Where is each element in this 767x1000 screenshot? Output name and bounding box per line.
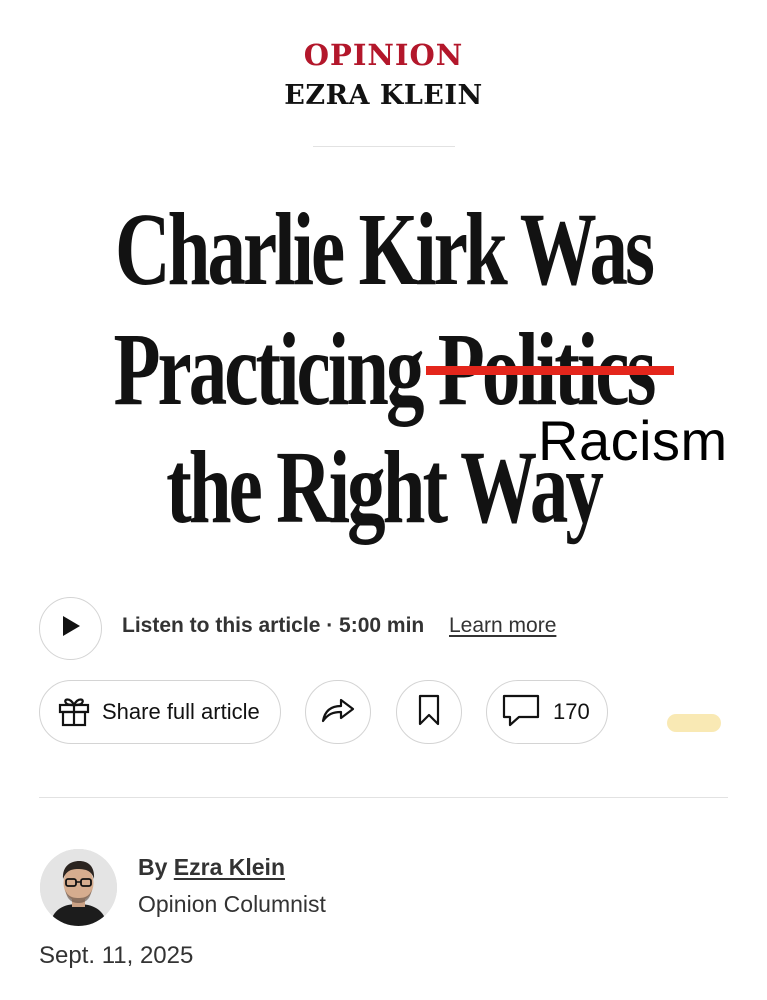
author-avatar[interactable] bbox=[40, 849, 117, 926]
header-divider bbox=[313, 146, 455, 147]
byline-prefix: By bbox=[138, 854, 168, 880]
publish-date: Sept. 11, 2025 bbox=[39, 942, 194, 969]
author-role: Opinion Columnist bbox=[138, 891, 326, 917]
byline: By Ezra Klein bbox=[138, 854, 285, 881]
comments-button[interactable]: 170 bbox=[486, 680, 608, 744]
save-bookmark-button[interactable] bbox=[396, 680, 462, 744]
listen-label: Listen to this article · 5:00 min bbox=[122, 614, 425, 637]
comment-count: 170 bbox=[553, 699, 590, 724]
byline-divider bbox=[39, 797, 728, 798]
handwritten-replacement-word: Racism bbox=[538, 409, 728, 472]
learn-more-link[interactable]: Learn more bbox=[449, 614, 556, 638]
bookmark-icon bbox=[417, 694, 441, 731]
play-icon bbox=[61, 615, 81, 642]
columnist-label[interactable]: EZRA KLEIN bbox=[0, 80, 767, 111]
section-label[interactable]: OPINION bbox=[0, 38, 767, 72]
share-button[interactable] bbox=[305, 680, 371, 744]
share-full-article-button[interactable]: Share full article bbox=[39, 680, 281, 744]
share-icon bbox=[320, 695, 356, 730]
play-audio-button[interactable] bbox=[39, 597, 102, 660]
share-full-article-label: Share full article bbox=[102, 699, 260, 724]
comment-icon bbox=[501, 693, 541, 732]
highlighter-smudge bbox=[667, 714, 721, 732]
author-name-link[interactable]: Ezra Klein bbox=[174, 854, 285, 880]
strikethrough-mark bbox=[426, 366, 674, 375]
gift-icon bbox=[56, 692, 92, 733]
headline-line-1: Charlie Kirk Was bbox=[114, 192, 655, 307]
